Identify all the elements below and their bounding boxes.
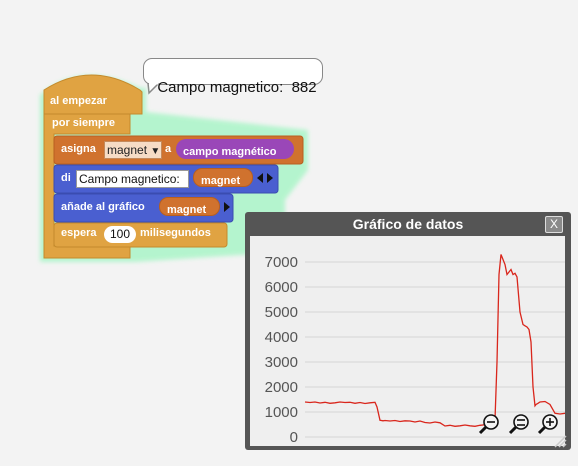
magnet-label: magnet	[167, 204, 207, 216]
say-text-input[interactable]: Campo magnetico:	[76, 170, 189, 188]
resize-handle-icon[interactable]	[553, 434, 567, 448]
y-tick-label: 4000	[265, 329, 298, 346]
graph-window-title: Gráfico de datos	[352, 216, 464, 232]
say-text-value: Campo magnetico:	[79, 172, 180, 186]
add-to-graph-label[interactable]: añade al gráfico	[61, 201, 145, 213]
wait-time-value: 100	[109, 227, 131, 241]
y-tick-label: 0	[290, 429, 298, 446]
variable-dropdown-value: magnet	[107, 143, 148, 157]
magnet-reporter-graph[interactable]: magnet	[159, 197, 220, 216]
chevron-down-icon: ▼	[150, 146, 161, 157]
y-tick-label: 3000	[265, 354, 298, 371]
y-tick-label: 7000	[265, 254, 298, 271]
magnetic-field-label: campo magnético	[183, 146, 277, 158]
series-line	[304, 254, 565, 427]
arrow-right-icon[interactable]	[222, 201, 232, 213]
wait-time-input[interactable]: 100	[104, 226, 136, 243]
variable-dropdown[interactable]: magnet ▼	[104, 141, 162, 159]
zoom-out-icon[interactable]	[478, 414, 499, 435]
y-tick-label: 6000	[265, 279, 298, 296]
milliseconds-label: milisegundos	[140, 227, 211, 239]
zoom-in-icon[interactable]	[537, 414, 558, 435]
when-start-label[interactable]: al empezar	[50, 95, 107, 107]
data-graph-window[interactable]: Gráfico de datos X 7000 6000 5000 4000 3000 2…	[245, 212, 571, 450]
arrows-icon[interactable]	[256, 172, 274, 184]
magnet-label: magnet	[201, 175, 241, 187]
set-label[interactable]: asigna	[61, 143, 96, 155]
y-tick-label: 5000	[265, 304, 298, 321]
close-button[interactable]: X	[545, 216, 563, 233]
y-tick-label: 2000	[265, 379, 298, 396]
to-label: a	[165, 143, 172, 155]
magnet-reporter-say[interactable]: magnet	[193, 168, 253, 187]
line-chart: 7000 6000 5000 4000 3000 2000 1000 0	[265, 254, 565, 446]
forever-label[interactable]: por siempre	[52, 117, 115, 129]
zoom-reset-icon[interactable]	[508, 414, 529, 435]
magnetic-field-reporter[interactable]: campo magnético	[176, 139, 294, 159]
y-tick-label: 1000	[265, 404, 298, 421]
wait-label[interactable]: espera	[61, 227, 96, 239]
plot-area: 7000 6000 5000 4000 3000 2000 1000 0	[250, 236, 565, 446]
say-label[interactable]: di	[61, 172, 71, 184]
